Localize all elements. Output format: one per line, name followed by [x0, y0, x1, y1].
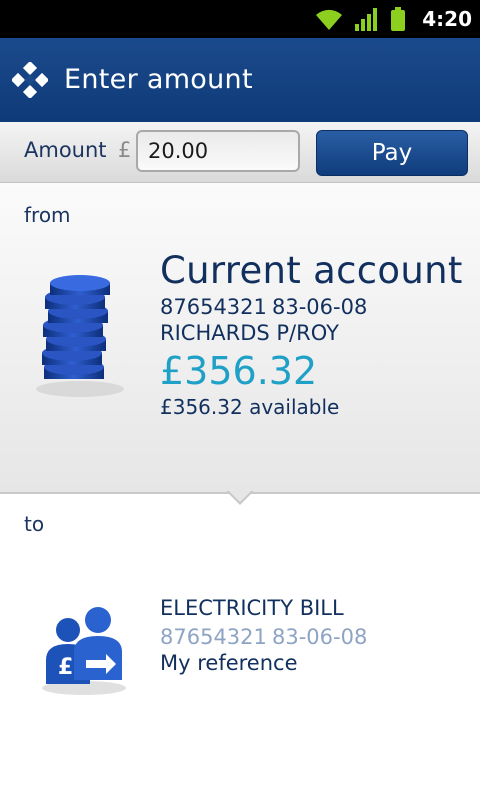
svg-text:£: £ [58, 655, 73, 680]
page-title: Enter amount [64, 64, 253, 95]
app-header: Enter amount [0, 38, 480, 122]
account-balance: £356.32 [160, 349, 318, 393]
amount-bar: Amount £ Pay [0, 122, 480, 183]
from-account-panel[interactable]: from Current account 87654321 83-06-08 R… [0, 183, 480, 494]
amount-label: Amount [24, 138, 107, 162]
wifi-icon [316, 9, 343, 30]
payee-account-number: 87654321 [160, 625, 267, 649]
panel-pointer-fill [228, 490, 252, 502]
payee-sort-code: 83-06-08 [272, 625, 368, 649]
signal-icon [355, 8, 378, 31]
status-time: 4:20 [422, 7, 472, 31]
payee-icon: £ [42, 607, 126, 695]
payee-name: ELECTRICITY BILL [160, 596, 344, 620]
currency-symbol: £ [118, 138, 132, 162]
from-label: from [24, 203, 71, 227]
account-name: Current account [160, 249, 463, 292]
pay-button[interactable]: Pay [316, 130, 468, 176]
to-label: to [24, 512, 45, 536]
status-icons: 4:20 [314, 0, 472, 38]
available-balance: £356.32 available [160, 395, 340, 419]
bank-logo [12, 62, 48, 98]
payee-reference: My reference [160, 651, 298, 675]
amount-input[interactable] [136, 130, 300, 172]
coins-icon [36, 275, 124, 397]
status-bar: 4:20 [0, 0, 480, 38]
sort-code: 83-06-08 [272, 295, 368, 319]
battery-icon [391, 7, 406, 31]
account-holder: RICHARDS P/ROY [160, 321, 339, 345]
account-number: 87654321 [160, 295, 267, 319]
